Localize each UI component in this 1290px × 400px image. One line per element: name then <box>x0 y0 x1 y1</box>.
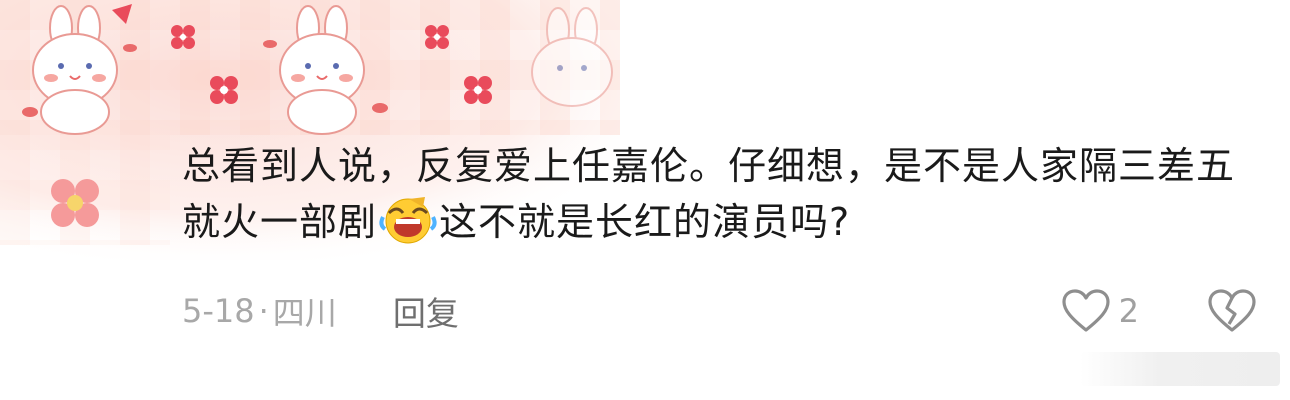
comment-date: 5-18 <box>182 292 255 330</box>
meta-separator: · <box>258 292 269 330</box>
broken-heart-icon[interactable] <box>1207 288 1257 334</box>
reply-button[interactable]: 回复 <box>393 287 459 335</box>
scroll-fade <box>1080 352 1280 386</box>
comment-screen: 总看到人说，反复爱上任嘉伦。仔细想，是不是人家隔三差五就火一部剧 这不就是长红的… <box>0 0 1290 400</box>
like-button[interactable]: 2 <box>1061 288 1139 334</box>
heart-outline-icon[interactable] <box>1061 288 1111 334</box>
comment-meta-row: 5-18 · 四川 回复 2 <box>182 286 1257 336</box>
laughing-emoji-icon <box>379 195 437 245</box>
like-count: 2 <box>1118 292 1139 330</box>
comment-body: 总看到人说，反复爱上任嘉伦。仔细想，是不是人家隔三差五就火一部剧 这不就是长红的… <box>182 138 1262 250</box>
comment-location: 四川 <box>272 294 337 332</box>
comment-text: 总看到人说，反复爱上任嘉伦。仔细想，是不是人家隔三差五就火一部剧 这不就是长红的… <box>182 138 1262 250</box>
comment-text-part2: 这不就是长红的演员吗? <box>439 200 851 244</box>
